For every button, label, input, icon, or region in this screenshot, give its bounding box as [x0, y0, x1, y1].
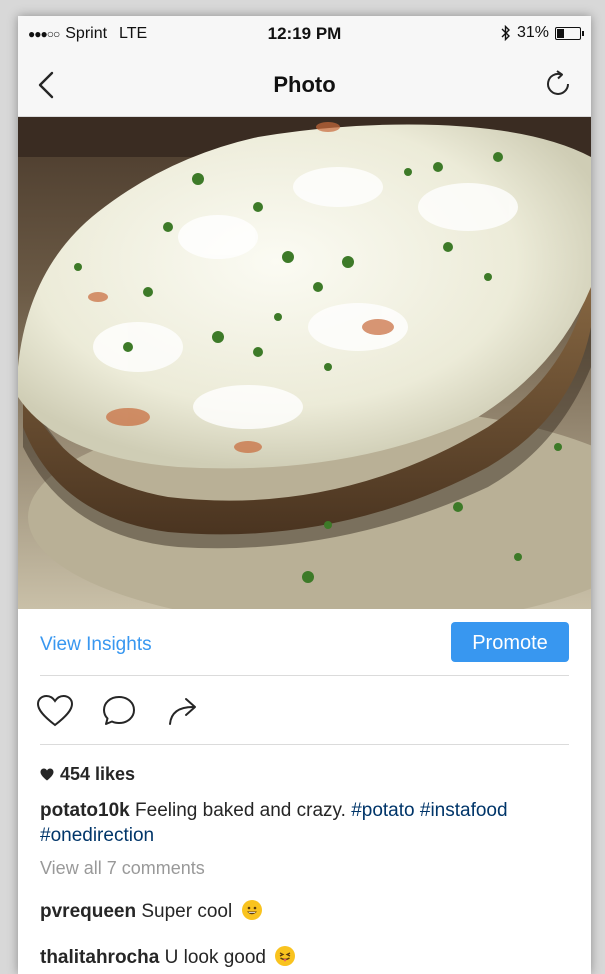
likes-count[interactable]: 454 likes — [40, 764, 135, 785]
bluetooth-icon — [501, 25, 510, 41]
comment-button[interactable] — [100, 694, 138, 728]
comment-item: thalitahrocha U look good — [40, 946, 296, 969]
battery-icon — [555, 26, 584, 40]
battery-level — [557, 28, 565, 38]
post-actions — [18, 676, 591, 742]
divider — [40, 744, 569, 745]
comment-username[interactable]: pvrequeen — [40, 901, 136, 922]
comment-text: Super cool — [136, 901, 238, 922]
insights-row: View Insights Promote — [18, 609, 591, 675]
like-button[interactable] — [36, 694, 74, 728]
heart-icon — [36, 694, 74, 727]
status-right: 31% — [501, 24, 584, 42]
promote-button[interactable]: Promote — [451, 622, 569, 662]
view-insights-link[interactable]: View Insights — [40, 634, 152, 656]
caption-text: Feeling baked and crazy. — [129, 800, 352, 821]
refresh-icon — [547, 70, 569, 95]
tongue-emoji-icon — [275, 946, 296, 966]
share-icon — [169, 698, 196, 725]
comment-icon — [103, 696, 135, 725]
page-title: Photo — [273, 72, 336, 97]
grinning-emoji-icon — [241, 900, 262, 920]
caption-username[interactable]: potato10k — [40, 800, 130, 821]
view-all-comments-link[interactable]: View all 7 comments — [40, 858, 205, 879]
hashtag-link[interactable]: #instafood — [420, 800, 508, 821]
comment-text: U look good — [159, 947, 272, 968]
baked-potato-image — [18, 117, 591, 609]
phone-screen: ●●●○○ Sprint LTE 12:19 PM 31% Photo View… — [18, 16, 591, 974]
hashtag-link[interactable]: #potato — [351, 800, 414, 821]
post-photo[interactable] — [18, 117, 591, 609]
likes-label: 454 likes — [60, 764, 136, 784]
hashtag-link[interactable]: #onedirection — [40, 825, 154, 846]
post-caption: potato10k Feeling baked and crazy. #pota… — [40, 798, 570, 848]
nav-bar: Photo — [18, 52, 591, 117]
heart-filled-icon — [40, 768, 54, 781]
comment-username[interactable]: thalitahrocha — [40, 947, 159, 968]
refresh-button[interactable] — [543, 68, 575, 100]
battery-percent: 31% — [516, 24, 549, 41]
share-button[interactable] — [164, 694, 202, 728]
comment-item: pvrequeen Super cool — [40, 900, 262, 923]
status-bar: ●●●○○ Sprint LTE 12:19 PM 31% — [18, 16, 591, 52]
